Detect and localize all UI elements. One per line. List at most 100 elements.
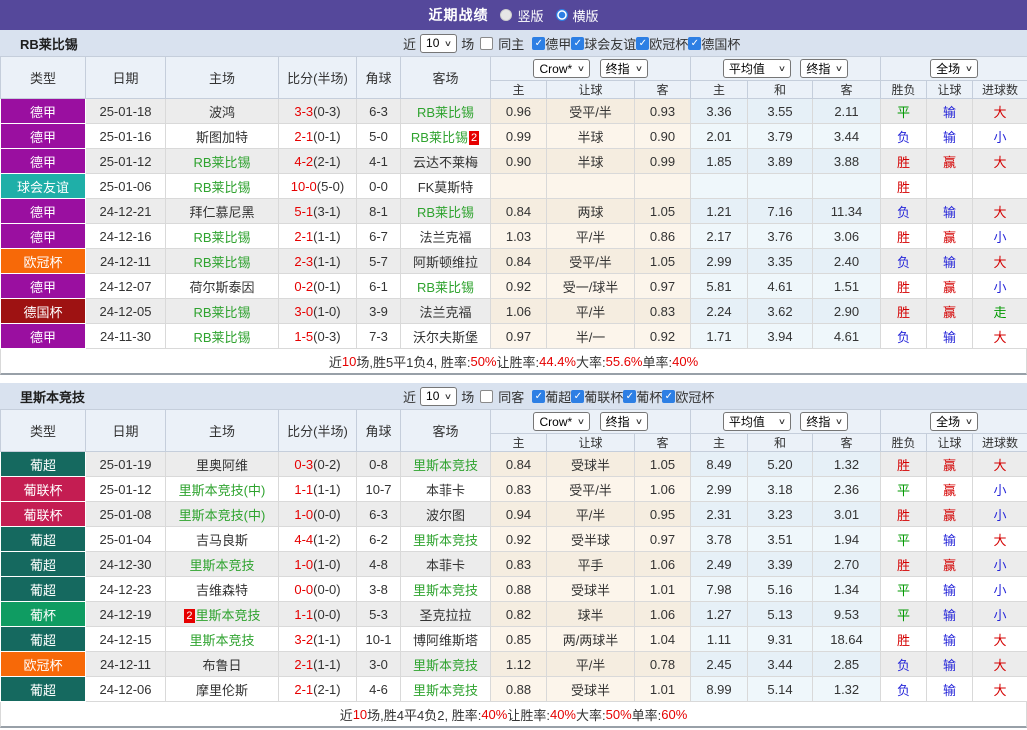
avg-home-odds: 1.85 — [690, 148, 748, 174]
score: 1-1(1-1) — [278, 476, 357, 502]
average-time-select[interactable]: 终指 ∨ — [800, 59, 849, 78]
score: 0-2(0-1) — [278, 273, 357, 299]
result-goals: 大 — [971, 626, 1027, 652]
type-badge: 球会友谊 — [0, 173, 86, 199]
team-name: RB莱比锡 — [20, 36, 78, 52]
score: 2-1(2-1) — [278, 676, 357, 702]
summary-segment: 大率: — [576, 354, 606, 370]
avg-away-odds: 3.88 — [812, 148, 881, 174]
summary-segment: 让胜率: — [507, 707, 550, 723]
avg-away-odds: 9.53 — [812, 601, 881, 627]
avg-home-odds: 3.36 — [690, 98, 748, 124]
avg-home-odds: 1.71 — [690, 323, 748, 349]
avg-away-odds: 18.64 — [812, 626, 881, 652]
handicap-line: 两/两球半 — [546, 626, 635, 652]
odds-provider-select[interactable]: Crow* ∨ — [533, 412, 591, 432]
odds-time-select[interactable]: 终指 ∨ — [599, 58, 648, 78]
home-team-name: 吉马良斯 — [195, 532, 248, 548]
match-date: 24-12-05 — [85, 298, 166, 324]
crow-away-odds: 0.78 — [634, 651, 691, 677]
result-goals: 大 — [971, 676, 1027, 702]
same-venue-checkbox[interactable] — [480, 36, 494, 50]
full-time-score: 3-3 — [294, 103, 314, 119]
avg-away-odds: 11.34 — [812, 198, 881, 224]
league-checkbox[interactable]: ✓ — [662, 389, 676, 403]
result-handicap: 输 — [926, 651, 973, 677]
radio-unchecked-icon[interactable] — [500, 9, 513, 21]
result-wdl: 胜 — [880, 223, 927, 249]
full-time-score: 4-4 — [294, 531, 314, 547]
same-venue-checkbox[interactable] — [480, 389, 494, 403]
home-team-name: 吉维森特 — [195, 582, 248, 598]
full-time-score: 1-0 — [294, 556, 314, 572]
away-team-name: 阿斯顿维拉 — [412, 254, 478, 270]
match-date: 24-12-19 — [85, 601, 166, 627]
chevron-down-icon: ∨ — [964, 64, 974, 73]
full-time-score: 2-1 — [294, 128, 314, 144]
odds-time-select[interactable]: 终指 ∨ — [599, 411, 648, 431]
red-card-badge: 2 — [184, 608, 195, 623]
crow-home-odds: 0.82 — [490, 601, 547, 627]
avg-away-odds: 2.11 — [812, 98, 881, 124]
league-checkbox[interactable]: ✓ — [532, 389, 546, 403]
away-team: RB莱比锡 — [400, 198, 491, 224]
scope-select[interactable]: 全场 ∨ — [930, 59, 978, 78]
chevron-down-icon: ∨ — [634, 63, 643, 73]
col-result-handicap: 让球 — [926, 80, 973, 99]
league-checkbox[interactable]: ✓ — [571, 36, 585, 50]
away-team: RB莱比锡 — [400, 273, 491, 299]
handicap-line: 受平/半 — [546, 476, 635, 502]
crow-home-odds: 0.83 — [490, 551, 547, 577]
score: 10-0(5-0) — [278, 173, 357, 199]
league-checkbox[interactable]: ✓ — [636, 36, 650, 50]
crow-away-odds: 0.90 — [634, 123, 691, 149]
match-row: 葡超 24-12-23 吉维森特 0-0(0-0) 3-8 里斯本竞技 0.88 受球半 1.0… — [0, 576, 1027, 602]
home-team: 摩里伦斯 — [165, 676, 279, 702]
games-count-select[interactable]: 10 ∨ — [420, 33, 458, 53]
layout-option-vertical[interactable]: 竖版 — [500, 6, 544, 25]
avg-home-odds: 3.78 — [690, 526, 748, 552]
scope-select[interactable]: 全场 ∨ — [930, 412, 978, 431]
match-row: 德甲 25-01-12 RB莱比锡 4-2(2-1) 4-1 云达不莱梅 0.90 半球 0.9… — [0, 148, 1027, 174]
result-wdl: 平 — [880, 526, 927, 552]
type-badge: 德甲 — [0, 323, 86, 349]
layout-option-horizontal[interactable]: 横版 — [555, 6, 599, 25]
result-wdl: 胜 — [880, 273, 927, 299]
league-checkbox[interactable]: ✓ — [688, 36, 702, 50]
col-avg-draw: 和 — [747, 80, 813, 99]
league-checkbox[interactable]: ✓ — [532, 36, 546, 50]
home-team: 荷尔斯泰因 — [165, 273, 279, 299]
summary-segment: 55.6% — [605, 353, 643, 369]
chevron-down-icon: ∨ — [444, 38, 453, 48]
average-select[interactable]: 平均值 ∨ — [722, 412, 791, 431]
col-handicap-line: 让球 — [546, 80, 635, 99]
games-count-select[interactable]: 10 ∨ — [420, 386, 458, 406]
type-badge: 德甲 — [0, 98, 86, 124]
match-row: 葡超 24-12-06 摩里伦斯 2-1(2-1) 4-6 里斯本竞技 0.88 受球半 1.0… — [0, 676, 1027, 702]
result-goals: 大 — [971, 323, 1027, 349]
crow-away-odds: 0.95 — [634, 501, 691, 527]
home-team-name: RB莱比锡 — [193, 304, 251, 320]
type-badge: 葡联杯 — [0, 476, 86, 502]
average-time-select[interactable]: 终指 ∨ — [800, 412, 849, 431]
corner-count: 5-7 — [356, 248, 401, 274]
result-wdl: 负 — [880, 198, 927, 224]
odds-provider-select[interactable]: Crow* ∨ — [533, 59, 591, 79]
away-team: FK莫斯特 — [400, 173, 491, 199]
league-checkbox[interactable]: ✓ — [623, 389, 637, 403]
col-date: 日期 — [85, 56, 166, 99]
league-checkbox[interactable]: ✓ — [571, 389, 585, 403]
home-team: 吉马良斯 — [165, 526, 279, 552]
crow-home-odds: 0.92 — [490, 526, 547, 552]
result-handicap: 输 — [926, 576, 973, 602]
col-avg-home: 主 — [690, 433, 748, 452]
radio-checked-icon[interactable] — [555, 9, 568, 21]
type-badge: 欧冠杯 — [0, 248, 86, 274]
result-goals: 大 — [971, 198, 1027, 224]
match-row: 欧冠杯 24-12-11 布鲁日 2-1(1-1) 3-0 里斯本竞技 1.12 平/半 0.7… — [0, 651, 1027, 677]
average-select[interactable]: 平均值 ∨ — [722, 59, 791, 78]
summary-segment: 10 — [341, 353, 357, 369]
avg-home-odds: 1.27 — [690, 601, 748, 627]
type-badge: 德甲 — [0, 148, 86, 174]
home-team-name: 波鸿 — [208, 104, 235, 120]
